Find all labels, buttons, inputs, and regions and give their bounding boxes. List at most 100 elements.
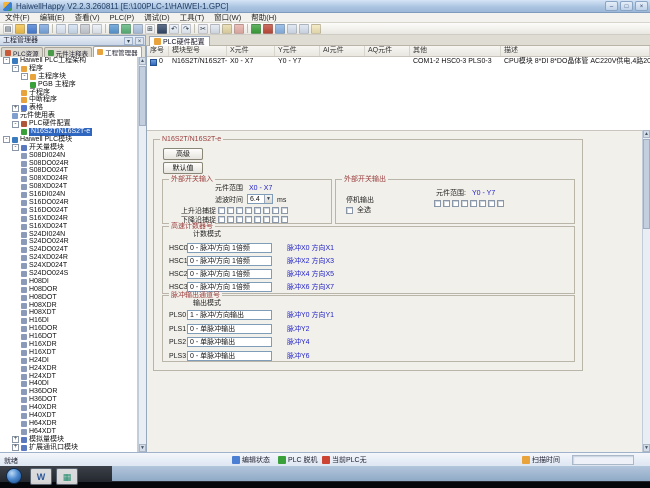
output-checkbox-3[interactable] <box>461 200 468 207</box>
tree-item[interactable]: S24XD024R <box>0 254 137 262</box>
menu-item-7[interactable]: 帮助(H) <box>246 13 281 23</box>
copy-icon[interactable] <box>210 24 220 34</box>
find-icon[interactable] <box>157 24 167 34</box>
sidebar-tab-1[interactable]: 元件注释表 <box>44 47 93 57</box>
falling-edge-checkbox-0[interactable] <box>218 216 225 223</box>
delete-icon[interactable] <box>234 24 244 34</box>
tree-expander-icon[interactable]: - <box>12 65 19 72</box>
save-icon[interactable] <box>27 24 37 34</box>
tree-item[interactable]: H40XDR <box>0 404 137 412</box>
paste-icon[interactable] <box>222 24 232 34</box>
scroll-down-icon[interactable]: ▼ <box>643 444 650 452</box>
output-checkbox-1[interactable] <box>443 200 450 207</box>
module-table-row[interactable]: 0N16S2T/N16S2T-eX0 - X7Y0 - Y7COM1-2 HSC… <box>147 57 650 67</box>
tree-item[interactable]: N16S2T/N16S2T-e <box>0 128 137 136</box>
sidebar-tab-0[interactable]: PLC资源 <box>1 47 43 57</box>
rising-edge-checkbox-4[interactable] <box>254 207 261 214</box>
tree-item[interactable]: S08XD024T <box>0 183 137 191</box>
tree-item[interactable]: S24DO024T <box>0 246 137 254</box>
tree-item[interactable]: H64XDR <box>0 420 137 428</box>
rising-edge-checkbox-0[interactable] <box>218 207 225 214</box>
tree-expander-icon[interactable]: - <box>12 121 19 128</box>
start-button[interactable] <box>6 468 22 484</box>
scroll-up-icon[interactable]: ▲ <box>139 57 146 65</box>
tree-item[interactable]: H16XDT <box>0 349 137 357</box>
print-icon[interactable] <box>80 24 90 34</box>
tree-item[interactable]: S08DO024T <box>0 167 137 175</box>
tab-plc-hardware-config[interactable]: PLC硬件配置 <box>149 36 210 46</box>
output-checkbox-4[interactable] <box>470 200 477 207</box>
falling-edge-checkbox-6[interactable] <box>272 216 279 223</box>
stop-icon[interactable] <box>263 24 273 34</box>
menu-item-1[interactable]: 编辑(E) <box>35 13 70 23</box>
tree-item[interactable]: H08DI <box>0 278 137 286</box>
rising-edge-checkbox-7[interactable] <box>281 207 288 214</box>
filter-time-select[interactable]: 6.4 ▼ <box>247 194 273 204</box>
tree-item[interactable]: H08DOT <box>0 294 137 302</box>
grid-icon[interactable]: ⊞ <box>145 24 155 34</box>
pls-mode-select-0[interactable]: 1 - 脉冲/方向输出 <box>187 310 272 320</box>
output-checkbox-2[interactable] <box>452 200 459 207</box>
falling-edge-checkbox-7[interactable] <box>281 216 288 223</box>
form-scroll-thumb[interactable] <box>643 139 650 229</box>
tree-item[interactable]: H16DOT <box>0 333 137 341</box>
select-all-checkbox[interactable] <box>346 207 353 214</box>
tree-expander-icon[interactable]: - <box>12 144 19 151</box>
tree-item[interactable]: 元件使用表 <box>0 112 137 120</box>
scroll-down-icon[interactable]: ▼ <box>139 444 146 452</box>
tree-item[interactable]: 中断程序 <box>0 96 137 104</box>
tree-scroll-thumb[interactable] <box>139 66 146 126</box>
tree-item[interactable]: H36DOR <box>0 388 137 396</box>
close-button[interactable]: × <box>635 1 648 11</box>
scroll-up-icon[interactable]: ▲ <box>643 130 650 138</box>
pin-icon[interactable]: ▾ <box>124 37 133 45</box>
rising-edge-checkbox-5[interactable] <box>263 207 270 214</box>
tree-item[interactable]: S16XD024R <box>0 215 137 223</box>
menu-item-4[interactable]: 调试(D) <box>139 13 174 23</box>
upload-plc-icon[interactable] <box>121 24 131 34</box>
menu-item-5[interactable]: 工具(T) <box>175 13 210 23</box>
output-checkbox-6[interactable] <box>488 200 495 207</box>
zoom-out-icon[interactable] <box>299 24 309 34</box>
tree-item[interactable]: H16DOR <box>0 325 137 333</box>
tree-item[interactable]: H08DOR <box>0 286 137 294</box>
tree-item[interactable]: S16XD024T <box>0 223 137 231</box>
tree-item[interactable]: S24XD024T <box>0 262 137 270</box>
rising-edge-checkbox-2[interactable] <box>236 207 243 214</box>
tree-expander-icon[interactable]: - <box>3 136 10 143</box>
tree-item[interactable]: H24DI <box>0 357 137 365</box>
tree-item[interactable]: -PLC硬件配置 <box>0 120 137 128</box>
tree-item[interactable]: -主程序块 <box>0 73 137 81</box>
redo-icon[interactable]: ↷ <box>181 24 191 34</box>
tree-expander-icon[interactable]: + <box>12 444 19 451</box>
word-taskbar-icon[interactable]: W <box>30 468 52 485</box>
tree-item[interactable]: H40XDT <box>0 412 137 420</box>
save-all-icon[interactable] <box>39 24 49 34</box>
tree-item[interactable]: H24XDT <box>0 373 137 381</box>
haiwell-taskbar-icon[interactable]: ▦ <box>56 468 78 485</box>
tree-item[interactable]: H36DOT <box>0 396 137 404</box>
tree-expander-icon[interactable]: - <box>21 73 28 80</box>
download-plc-icon[interactable] <box>109 24 119 34</box>
new-icon[interactable]: ▤ <box>3 24 13 34</box>
help-icon[interactable] <box>311 24 321 34</box>
output-checkbox-5[interactable] <box>479 200 486 207</box>
tree-item[interactable]: S16DO024R <box>0 199 137 207</box>
tree-item[interactable]: S08DO024R <box>0 160 137 168</box>
menu-item-0[interactable]: 文件(F) <box>0 13 35 23</box>
tree-item[interactable]: H08XDR <box>0 302 137 310</box>
output-checkbox-0[interactable] <box>434 200 441 207</box>
menu-item-6[interactable]: 窗口(W) <box>209 13 246 23</box>
hsc-mode-select-2[interactable]: 0 - 脉冲/方向 1倍频 <box>187 269 272 279</box>
tree-scrollbar[interactable]: ▲ ▼ <box>138 57 146 452</box>
tree-item[interactable]: PGB 主程序 <box>0 81 137 89</box>
export-icon[interactable] <box>68 24 78 34</box>
pls-mode-select-3[interactable]: 0 - 单脉冲输出 <box>187 351 272 361</box>
tree-item[interactable]: S08XD024R <box>0 175 137 183</box>
tree-item[interactable]: H08XDT <box>0 310 137 318</box>
tree-item[interactable]: S08DI024N <box>0 152 137 160</box>
falling-edge-checkbox-4[interactable] <box>254 216 261 223</box>
falling-edge-checkbox-2[interactable] <box>236 216 243 223</box>
tree-item[interactable]: S16DO024T <box>0 207 137 215</box>
pls-mode-select-1[interactable]: 0 - 单脉冲输出 <box>187 324 272 334</box>
